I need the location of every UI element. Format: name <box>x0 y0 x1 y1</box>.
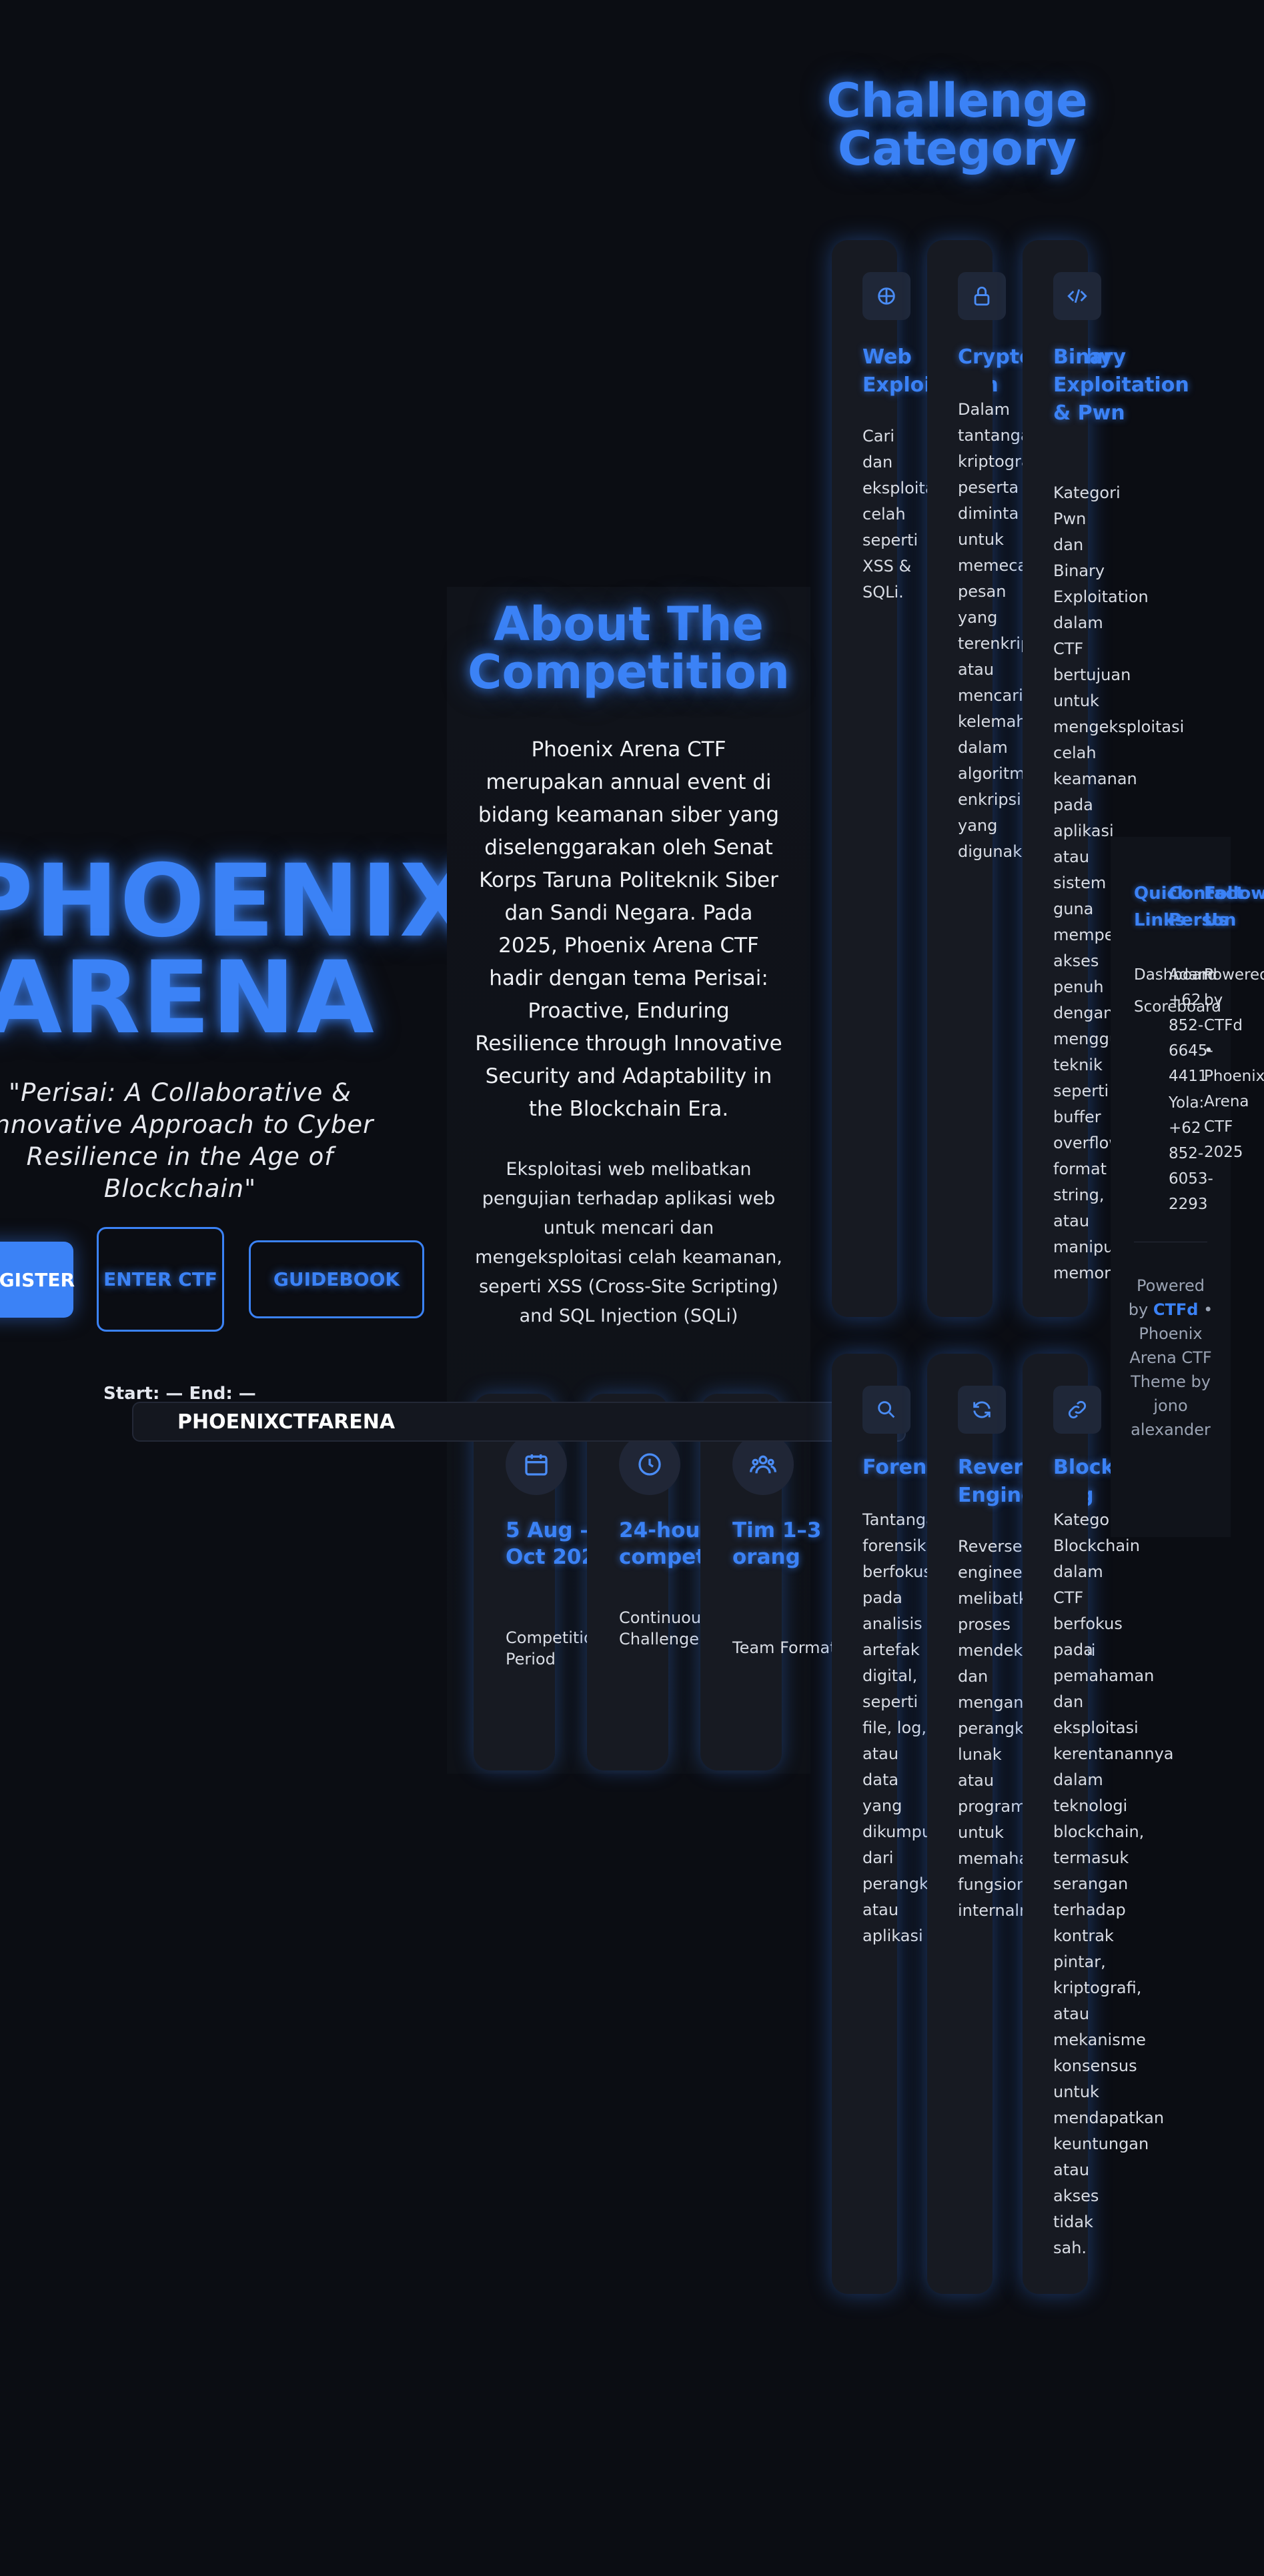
powered-suffix: • Phoenix Arena CTF Theme by jono alexan… <box>1129 1300 1213 1439</box>
hero-title: PHOENIX ARENA <box>0 844 478 1056</box>
lock-icon <box>958 272 1006 320</box>
category-description: Tantangan forensik berfokus pada analisi… <box>862 1510 966 1945</box>
category-card-blockchain[interactable]: Blockchain Kategori Blockchain dalam CTF… <box>1023 1354 1175 2294</box>
category-card-crypto[interactable]: Cryptography Dalam tantangan kriptografi… <box>927 240 1113 1317</box>
ctfd-link[interactable]: CTFd <box>1153 1300 1199 1319</box>
code-icon <box>1053 272 1101 320</box>
about-title: About The Competition <box>468 597 790 700</box>
powered-by: Powered by CTFd • Phoenix Arena CTF Them… <box>1127 1274 1214 1442</box>
about-description: Phoenix Arena CTF merupakan annual event… <box>475 738 782 1121</box>
info-card-period: 5 Aug – 22 Oct 2025 Competition Period <box>474 1394 626 1770</box>
category-description: Reverse engineering melibatkan proses me… <box>958 1537 1095 1920</box>
hero-tagline: "Perisai: A Collaborative & Innovative A… <box>0 1078 374 1203</box>
link-icon <box>1053 1386 1101 1434</box>
calendar-icon <box>506 1434 567 1495</box>
clock-icon <box>619 1434 680 1495</box>
info-card-team: Tim 1–3 orang Team Formation <box>700 1394 860 1770</box>
follow-text: Powered by CTFd • Phoenix Arena CTF 2025 <box>1204 966 1264 1161</box>
about-web-description: Eksploitasi web melibatkan pengujian ter… <box>475 1159 782 1326</box>
category-card-web[interactable]: Web Exploitation Cari dan eksploitasi ce… <box>832 240 999 1317</box>
category-description: Kategori Blockchain dalam CTF berfokus p… <box>1053 1510 1174 2257</box>
refresh-icon <box>958 1386 1006 1434</box>
guidebook-button[interactable]: GUIDEBOOK <box>249 1240 424 1318</box>
contact-yola: Yola: +62 852-6053-2293 <box>1169 1094 1213 1213</box>
category-name: Binary Exploitation & Pwn <box>1053 345 1189 425</box>
category-card-reverse[interactable]: Reverse Engineering Reverse engineering … <box>927 1354 1095 2294</box>
category-description: Cari dan eksploitasi celah seperti XSS &… <box>862 427 948 601</box>
category-description: Kategori Pwn dan Binary Exploitation dal… <box>1053 483 1185 1282</box>
search-icon <box>862 1386 910 1434</box>
category-title: Challenge Category <box>826 73 1088 176</box>
competition-dates: Start: — End: — <box>103 1384 256 1404</box>
category-description: Dalam tantangan kriptografi, peserta dim… <box>958 400 1067 861</box>
register-button[interactable]: REGISTER <box>0 1242 75 1318</box>
category-card-forensics[interactable]: Forensics Tantangan forensik berfokus pa… <box>832 1354 969 2294</box>
follow-us-title: Follow Us <box>1204 884 1264 930</box>
enter-ctf-button[interactable]: ENTER CTF <box>97 1227 224 1332</box>
users-icon <box>732 1434 794 1495</box>
web-icon <box>862 272 910 320</box>
flag-banner: PHOENIXCTFARENA <box>132 1402 906 1442</box>
info-card-duration: 24-hour competition Continuous Challenge <box>587 1394 758 1770</box>
category-card-pwn[interactable]: Binary Exploitation & Pwn Kategori Pwn d… <box>1023 240 1189 1317</box>
contact-adam: Adam: +62 852-6645-4411 <box>1169 966 1219 1085</box>
